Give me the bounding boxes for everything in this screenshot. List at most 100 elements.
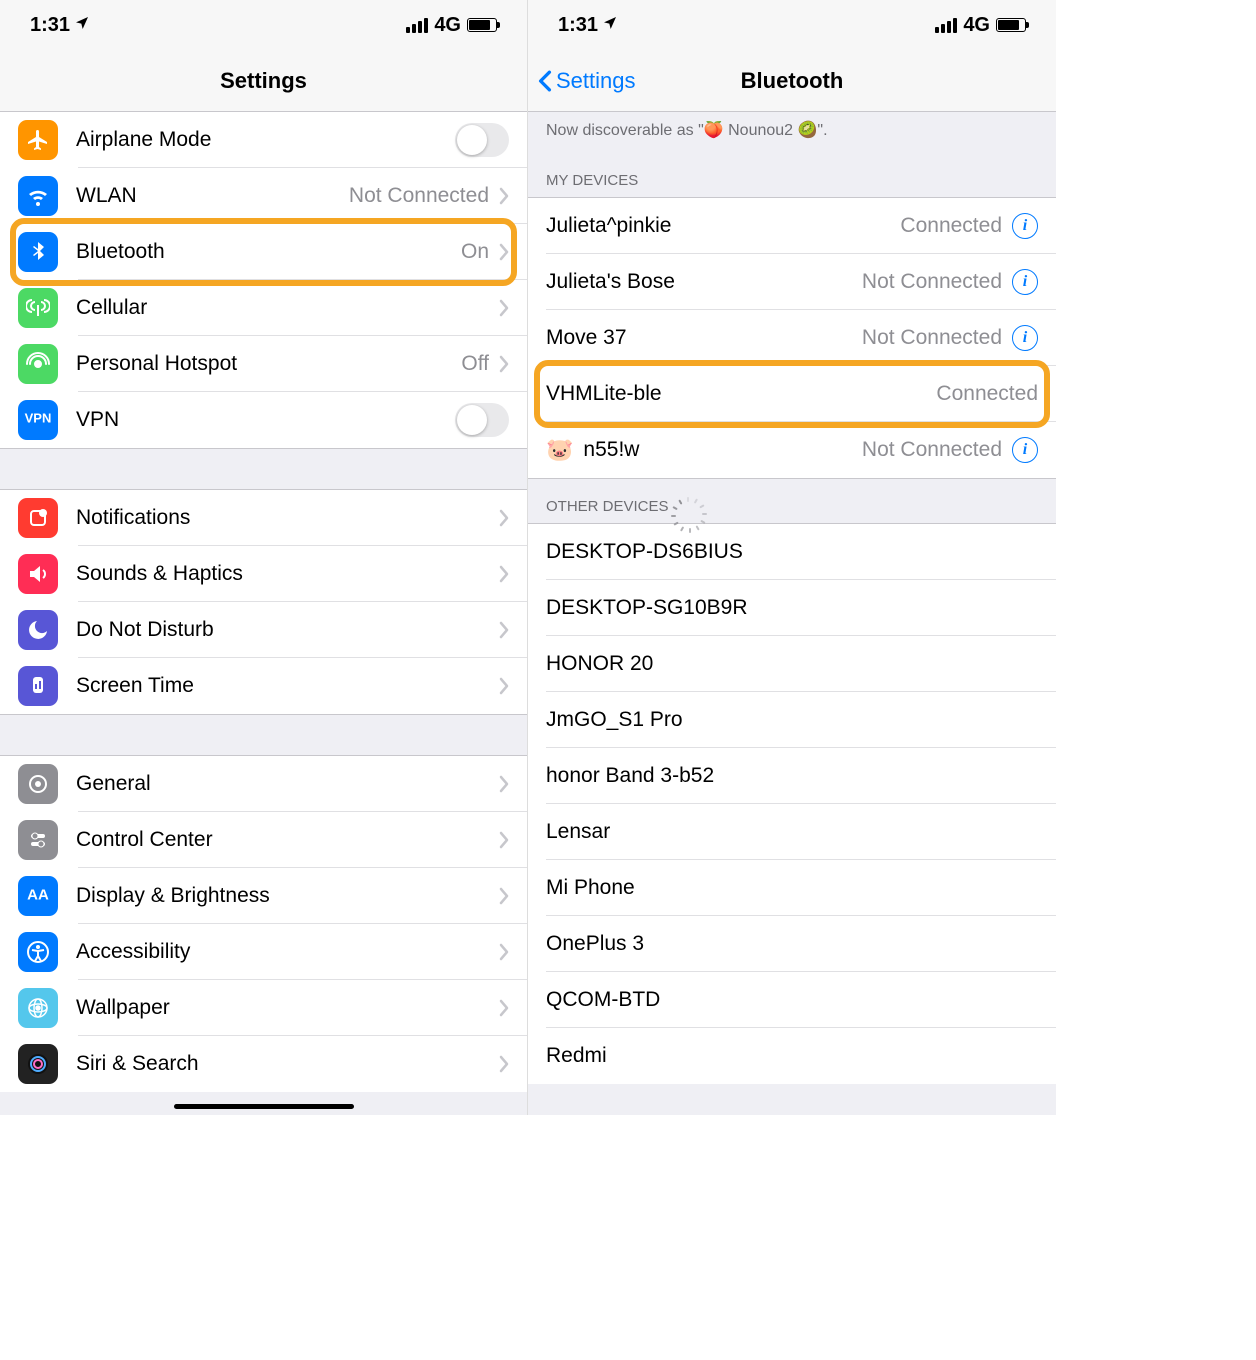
row-value: On bbox=[461, 240, 489, 264]
general-icon bbox=[18, 764, 58, 804]
row-label: Notifications bbox=[76, 506, 489, 530]
settings-row-bluetooth[interactable]: BluetoothOn bbox=[0, 224, 527, 280]
nav-bar: Settings Bluetooth bbox=[528, 50, 1056, 112]
row-label: Personal Hotspot bbox=[76, 352, 461, 376]
settings-row-screen-time[interactable]: Screen Time bbox=[0, 658, 527, 714]
device-name: honor Band 3-b52 bbox=[546, 764, 1038, 788]
other-device-row[interactable]: JmGO_S1 Pro bbox=[528, 692, 1056, 748]
back-label: Settings bbox=[556, 68, 636, 94]
device-name: Redmi bbox=[546, 1044, 1038, 1068]
cellular-icon bbox=[18, 288, 58, 328]
display-icon: AA bbox=[18, 876, 58, 916]
device-name: DESKTOP-SG10B9R bbox=[546, 596, 1038, 620]
device-name: Mi Phone bbox=[546, 876, 1038, 900]
device-name: VHMLite-ble bbox=[546, 382, 936, 406]
settings-row-notifications[interactable]: Notifications bbox=[0, 490, 527, 546]
other-device-row[interactable]: honor Band 3-b52 bbox=[528, 748, 1056, 804]
device-name: Lensar bbox=[546, 820, 1038, 844]
info-icon[interactable]: i bbox=[1012, 437, 1038, 463]
device-row[interactable]: Julieta's BoseNot Connectedi bbox=[528, 254, 1056, 310]
notifications-icon bbox=[18, 498, 58, 538]
status-bar: 1:31 4G bbox=[528, 0, 1056, 50]
bluetooth-icon bbox=[18, 232, 58, 272]
row-label: VPN bbox=[76, 408, 455, 432]
other-device-row[interactable]: DESKTOP-SG10B9R bbox=[528, 580, 1056, 636]
bluetooth-screen: 1:31 4G Settings Bluetooth Now discovera… bbox=[528, 0, 1056, 1115]
status-time: 1:31 bbox=[30, 14, 70, 37]
discoverable-text: Now discoverable as "🍑 Nounou2 🥝". bbox=[528, 112, 1056, 154]
info-icon[interactable]: i bbox=[1012, 325, 1038, 351]
device-name: DESKTOP-DS6BIUS bbox=[546, 540, 1038, 564]
device-name: JmGO_S1 Pro bbox=[546, 708, 1038, 732]
nav-bar: Settings bbox=[0, 50, 527, 112]
settings-screen: 1:31 4G Settings Airplane Mode WLANNot Co… bbox=[0, 0, 528, 1115]
row-value: Not Connected bbox=[349, 184, 489, 208]
settings-row-general[interactable]: General bbox=[0, 756, 527, 812]
wifi-icon bbox=[18, 176, 58, 216]
row-label: Sounds & Haptics bbox=[76, 562, 489, 586]
other-device-row[interactable]: Lensar bbox=[528, 804, 1056, 860]
device-row[interactable]: 🐷n55!wNot Connectedi bbox=[528, 422, 1056, 478]
settings-row-display-brightness[interactable]: AA Display & Brightness bbox=[0, 868, 527, 924]
toggle-vpn[interactable] bbox=[455, 403, 509, 437]
row-label: Airplane Mode bbox=[76, 128, 455, 152]
signal-icon bbox=[935, 18, 957, 33]
settings-row-siri-search[interactable]: Siri & Search bbox=[0, 1036, 527, 1092]
device-status: Not Connected bbox=[862, 438, 1002, 462]
info-icon[interactable]: i bbox=[1012, 213, 1038, 239]
other-device-row[interactable]: Mi Phone bbox=[528, 860, 1056, 916]
device-name: QCOM-BTD bbox=[546, 988, 1038, 1012]
device-row[interactable]: Move 37Not Connectedi bbox=[528, 310, 1056, 366]
hotspot-icon bbox=[18, 344, 58, 384]
sounds-icon bbox=[18, 554, 58, 594]
status-bar: 1:31 4G bbox=[0, 0, 527, 50]
settings-row-do-not-disturb[interactable]: Do Not Disturb bbox=[0, 602, 527, 658]
row-label: Screen Time bbox=[76, 674, 489, 698]
device-name: OnePlus 3 bbox=[546, 932, 1038, 956]
settings-row-sounds-haptics[interactable]: Sounds & Haptics bbox=[0, 546, 527, 602]
settings-row-vpn[interactable]: VPN VPN bbox=[0, 392, 527, 448]
device-name: Move 37 bbox=[546, 326, 862, 350]
location-icon bbox=[74, 14, 90, 37]
other-device-row[interactable]: Redmi bbox=[528, 1028, 1056, 1084]
device-row[interactable]: VHMLite-bleConnected bbox=[528, 366, 1056, 422]
other-device-row[interactable]: DESKTOP-DS6BIUS bbox=[528, 524, 1056, 580]
device-status: Connected bbox=[936, 382, 1038, 406]
settings-row-airplane-mode[interactable]: Airplane Mode bbox=[0, 112, 527, 168]
status-network: 4G bbox=[434, 14, 461, 37]
toggle-airplane[interactable] bbox=[455, 123, 509, 157]
svg-text:VPN: VPN bbox=[25, 410, 52, 425]
row-label: WLAN bbox=[76, 184, 349, 208]
info-icon[interactable]: i bbox=[1012, 269, 1038, 295]
other-device-row[interactable]: OnePlus 3 bbox=[528, 916, 1056, 972]
row-label: General bbox=[76, 772, 489, 796]
page-title: Bluetooth bbox=[741, 68, 844, 94]
settings-row-wlan[interactable]: WLANNot Connected bbox=[0, 168, 527, 224]
row-label: Bluetooth bbox=[76, 240, 461, 264]
airplane-icon bbox=[18, 120, 58, 160]
settings-row-accessibility[interactable]: Accessibility bbox=[0, 924, 527, 980]
battery-icon bbox=[467, 18, 497, 32]
settings-row-control-center[interactable]: Control Center bbox=[0, 812, 527, 868]
settings-row-cellular[interactable]: Cellular bbox=[0, 280, 527, 336]
battery-icon bbox=[996, 18, 1026, 32]
control-icon bbox=[18, 820, 58, 860]
wallpaper-icon bbox=[18, 988, 58, 1028]
my-devices-header: MY DEVICES bbox=[528, 154, 1056, 197]
other-device-row[interactable]: HONOR 20 bbox=[528, 636, 1056, 692]
home-indicator[interactable] bbox=[174, 1104, 354, 1109]
other-device-row[interactable]: QCOM-BTD bbox=[528, 972, 1056, 1028]
row-label: Siri & Search bbox=[76, 1052, 489, 1076]
back-button[interactable]: Settings bbox=[538, 68, 636, 94]
device-row[interactable]: Julieta^pinkieConnectedi bbox=[528, 198, 1056, 254]
settings-row-wallpaper[interactable]: Wallpaper bbox=[0, 980, 527, 1036]
device-status: Not Connected bbox=[862, 270, 1002, 294]
row-label: Display & Brightness bbox=[76, 884, 489, 908]
accessibility-icon bbox=[18, 932, 58, 972]
status-network: 4G bbox=[963, 14, 990, 37]
device-name: n55!w bbox=[583, 438, 862, 462]
other-devices-header: OTHER DEVICES bbox=[528, 479, 1056, 523]
vpn-icon: VPN bbox=[18, 400, 58, 440]
status-time: 1:31 bbox=[558, 14, 598, 37]
settings-row-personal-hotspot[interactable]: Personal HotspotOff bbox=[0, 336, 527, 392]
